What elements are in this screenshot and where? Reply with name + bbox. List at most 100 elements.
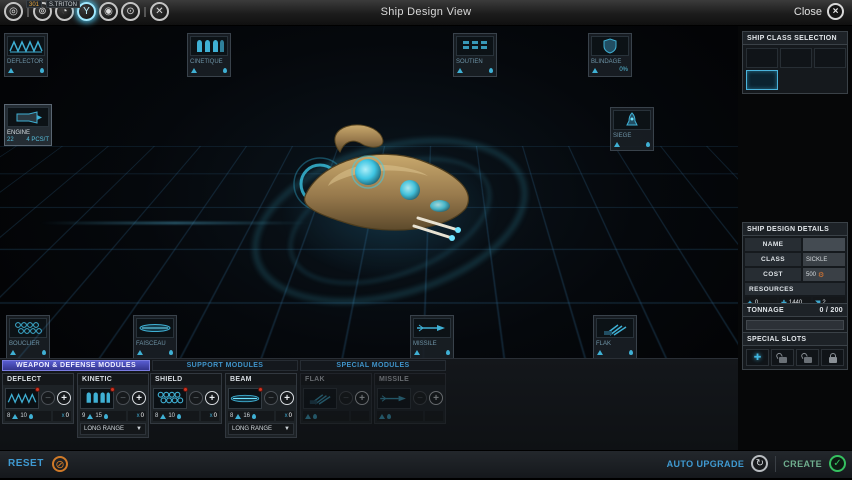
deflector-icon	[7, 36, 45, 56]
cost-icon	[169, 350, 173, 355]
unlock-icon	[804, 357, 812, 363]
name-input[interactable]	[803, 238, 845, 251]
special-slots-panel: SPECIAL SLOTS ✚	[742, 332, 848, 370]
remove-module-button[interactable]: −	[413, 391, 427, 405]
remove-module-button[interactable]: −	[264, 391, 278, 405]
special-slot-3-unlocked[interactable]	[796, 349, 819, 366]
slot-beam[interactable]: FAISCEAU	[133, 315, 177, 358]
tonnage-icon	[10, 350, 16, 355]
slot-siege[interactable]: SIEGE	[610, 107, 654, 151]
add-module-button[interactable]: +	[429, 391, 443, 405]
cost-icon	[629, 350, 633, 355]
tonnage-icon	[12, 414, 18, 419]
remove-module-button[interactable]: −	[41, 391, 55, 405]
cost-icon	[446, 350, 450, 355]
class-thumbnail-2[interactable]	[780, 48, 812, 68]
slot-kinetic[interactable]: CINETIQUE	[187, 33, 231, 77]
remove-module-button[interactable]: −	[189, 391, 203, 405]
slot-flak[interactable]: FLAK	[593, 315, 637, 358]
tonnage-icon	[137, 350, 143, 355]
deflect-thumbnail[interactable]	[5, 388, 39, 409]
special-slot-2-unlocked[interactable]	[771, 349, 794, 366]
slot-deflector[interactable]: DEFLECTOR	[4, 33, 48, 77]
cost-icon	[40, 68, 44, 73]
create-button[interactable]: CREATE	[783, 459, 822, 469]
chevron-down-icon: ▼	[284, 426, 290, 432]
flak-thumbnail[interactable]	[303, 388, 337, 409]
auto-upgrade-button[interactable]: AUTO UPGRADE	[667, 459, 745, 469]
ship-model[interactable]	[268, 114, 508, 264]
engine-rate: 4 PCS/T	[26, 137, 49, 143]
auto-upgrade-icon[interactable]: ↻	[751, 455, 768, 472]
cancel-icon[interactable]: ✕	[150, 2, 169, 21]
cost-value: 500	[806, 272, 816, 278]
slot-support[interactable]: SOUTIEN	[453, 33, 497, 77]
class-thumbnail-3[interactable]	[814, 48, 846, 68]
industry-icon: ⚙	[818, 271, 824, 279]
tab-special-modules[interactable]: SPECIAL MODULES	[300, 360, 446, 371]
reset-icon[interactable]: ⊘	[52, 456, 68, 472]
shield-cells-icon	[9, 318, 47, 338]
divider	[144, 7, 146, 17]
module-count: 0	[66, 413, 69, 419]
tonnage-label: TONNAGE	[747, 307, 784, 314]
cost-icon	[42, 350, 46, 355]
add-module-button[interactable]: +	[280, 391, 294, 405]
beam-thumbnail[interactable]	[228, 388, 262, 409]
special-slot-4-locked[interactable]	[821, 349, 844, 366]
ship-class-selection-panel: SHIP CLASS SELECTION	[742, 31, 848, 94]
ship-design-view: Ship Design View Close × 301 S.TRITON ◎ …	[0, 0, 852, 480]
create-check-icon[interactable]: ✓	[829, 455, 846, 472]
close-icon: ×	[827, 3, 844, 20]
tab-weapon-defense-modules[interactable]: WEAPON & DEFENSE MODULES	[2, 360, 150, 371]
remove-module-button[interactable]: −	[116, 391, 130, 405]
add-module-button[interactable]: +	[355, 391, 369, 405]
reset-button[interactable]: RESET	[8, 458, 44, 469]
tonnage-icon	[191, 68, 197, 73]
turn-badge: 301	[26, 0, 42, 8]
resources-header: RESOURCES	[745, 283, 845, 295]
card-title: SHIELD	[151, 374, 221, 385]
shield-icon	[591, 36, 629, 56]
notification-dot	[35, 387, 40, 392]
class-thumbnail-1[interactable]	[746, 48, 778, 68]
research-icon[interactable]: ⊙	[121, 2, 140, 21]
tonnage-icon	[614, 142, 620, 147]
siege-icon	[613, 110, 651, 130]
slot-armor[interactable]: BLINDAGE 0%	[588, 33, 632, 77]
fleet-icon[interactable]: ◉	[99, 2, 118, 21]
tonnage-icon	[457, 68, 463, 73]
beam-icon	[136, 318, 174, 338]
special-slot-1[interactable]: ✚	[746, 349, 769, 366]
notification-dot	[110, 387, 115, 392]
missile-icon	[413, 318, 451, 338]
kinetic-thumbnail[interactable]	[80, 388, 114, 409]
tonnage-icon	[235, 414, 241, 419]
special-module-icon: ✚	[754, 352, 762, 363]
slot-engine[interactable]: ENGINE 22 4 PCS/T	[4, 104, 52, 146]
card-title: DEFLECT	[3, 374, 73, 385]
add-module-button[interactable]: +	[57, 391, 71, 405]
chevron-down-icon: ▼	[136, 426, 142, 432]
engine-icon	[7, 107, 49, 127]
missile-thumbnail[interactable]	[377, 388, 411, 409]
cost-icon	[177, 414, 181, 419]
kinetic-icon	[190, 36, 228, 56]
tab-support-modules[interactable]: SUPPORT MODULES	[152, 360, 298, 371]
remove-module-button[interactable]: −	[339, 391, 353, 405]
add-module-button[interactable]: +	[205, 391, 219, 405]
status-chips: 301 S.TRITON	[26, 0, 80, 8]
tonnage-icon	[414, 350, 420, 355]
range-dropdown[interactable]: LONG RANGE▼	[80, 423, 146, 435]
galaxy-icon[interactable]: ◎	[4, 2, 23, 21]
class-thumbnail-4-selected[interactable]	[746, 70, 778, 90]
notification-dot	[183, 387, 188, 392]
add-module-button[interactable]: +	[132, 391, 146, 405]
slot-missile[interactable]: MISSILE	[410, 315, 454, 358]
range-dropdown[interactable]: LONG RANGE▼	[228, 423, 294, 435]
module-card-flak: FLAK − +	[300, 373, 372, 424]
cost-icon	[313, 414, 317, 419]
close-button[interactable]: Close ×	[794, 3, 844, 20]
slot-shield[interactable]: BOUCLIER	[6, 315, 50, 358]
shield-thumbnail[interactable]	[153, 388, 187, 409]
